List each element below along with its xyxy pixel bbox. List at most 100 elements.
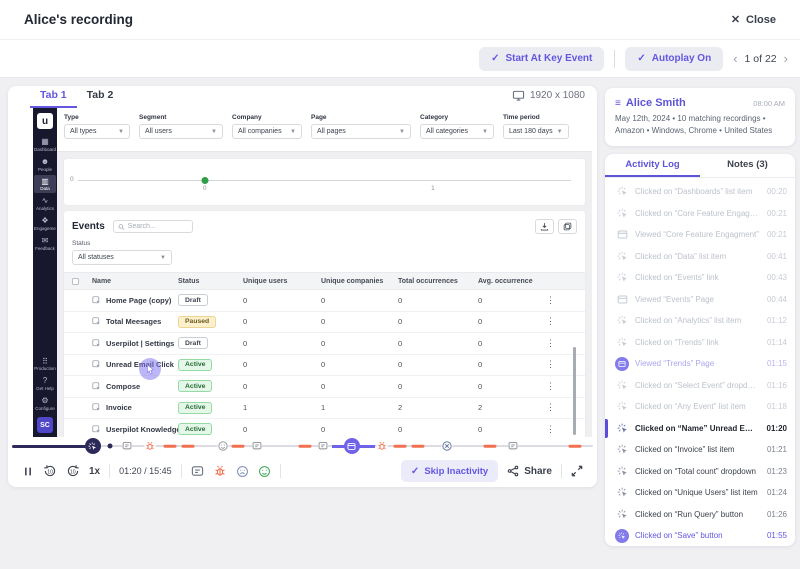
timeline-marker-dot[interactable] — [107, 443, 113, 449]
timeline-marker-dash[interactable] — [411, 444, 425, 448]
timeline-marker-note[interactable] — [122, 441, 133, 451]
activity-log-item[interactable]: Clicked on “Invoice” list item 01:21 — [605, 439, 795, 461]
timeline-marker-note[interactable] — [252, 441, 263, 451]
activity-log-item[interactable]: Viewed “Core Feature Engagment” 00:21 — [605, 224, 795, 246]
column-unique-users[interactable]: Unique users — [243, 278, 321, 285]
player-timeline[interactable] — [12, 437, 593, 455]
timeline-marker-dash[interactable] — [483, 444, 497, 448]
activity-log-item[interactable]: Clicked on “Events” link 00:43 — [605, 267, 795, 289]
sidebar-item[interactable]: ? Get Help — [34, 374, 56, 393]
chart-data-point[interactable] — [201, 177, 209, 184]
fullscreen-button[interactable] — [571, 465, 583, 477]
sidebar-item[interactable]: ▦ Dashboards — [34, 135, 56, 154]
browser-tab[interactable]: Tab 2 — [77, 89, 124, 108]
activity-log-item[interactable]: Clicked on “Save” button 01:55 — [605, 525, 795, 546]
column-avg-occurrence[interactable]: Avg. occurrence — [478, 278, 542, 285]
filter-dropdown[interactable]: All companies ▼ — [232, 124, 302, 139]
activity-log-item[interactable]: Clicked on “Analytics” list item 01:12 — [605, 310, 795, 332]
sidebar-item[interactable]: ∿ Analytics — [34, 194, 56, 213]
filter-dropdown[interactable]: Last 180 days ▼ — [503, 124, 569, 139]
table-row[interactable]: Total Meesages Paused 0 0 0 0 ⋮ — [64, 312, 585, 333]
status-dropdown[interactable]: All statuses ▼ — [72, 250, 172, 265]
timeline-marker-note[interactable] — [507, 441, 518, 451]
filter-dropdown[interactable]: All categories ▼ — [420, 124, 494, 139]
copy-button[interactable] — [558, 219, 577, 234]
filter-dropdown[interactable]: All types ▼ — [64, 124, 130, 139]
download-button[interactable] — [535, 219, 554, 234]
events-search[interactable] — [112, 220, 193, 233]
activity-log-item[interactable]: Clicked on “Core Feature Engagem... 00:2… — [605, 203, 795, 225]
sidebar-item[interactable]: ⚙ Configure — [34, 394, 56, 413]
timeline-marker-selected[interactable] — [343, 438, 360, 454]
timeline-marker-dash[interactable] — [231, 444, 245, 448]
timeline-marker-current[interactable] — [84, 438, 101, 454]
timeline-marker-dash[interactable] — [163, 444, 177, 448]
column-total-occurrences[interactable]: Total occurrences — [398, 278, 478, 285]
activity-log-item[interactable]: Clicked on “Run Query” button 01:26 — [605, 504, 795, 526]
row-menu-button[interactable]: ⋮ — [546, 402, 585, 413]
column-unique-companies[interactable]: Unique companies — [321, 278, 398, 285]
table-row[interactable]: Invoice Active 1 1 2 2 ⋮ — [64, 398, 585, 419]
filter-dropdown[interactable]: All users ▼ — [139, 124, 223, 139]
skip-inactivity-toggle[interactable]: ✓ Skip Inactivity — [400, 460, 499, 482]
add-note-button[interactable] — [191, 465, 204, 478]
sidebar-item[interactable]: ☻ People — [34, 155, 56, 174]
timeline-marker-dash[interactable] — [393, 444, 407, 448]
close-button[interactable]: ✕ Close — [731, 13, 776, 27]
tab-activity-log[interactable]: Activity Log — [605, 154, 700, 177]
row-menu-button[interactable]: ⋮ — [546, 338, 585, 349]
activity-log-item[interactable]: Clicked on “Trends” link 01:14 — [605, 332, 795, 354]
select-all-checkbox[interactable] — [72, 277, 79, 285]
activity-log-item[interactable]: Viewed “Events” Page 00:44 — [605, 289, 795, 311]
timeline-marker-bug[interactable] — [144, 440, 156, 452]
table-row[interactable]: Compose Active 0 0 0 0 ⋮ — [64, 376, 585, 398]
app-scrollbar[interactable] — [573, 347, 576, 435]
autoplay-button[interactable]: ✓ Autoplay On — [625, 46, 724, 71]
search-input[interactable] — [127, 223, 188, 230]
bug-marker-button[interactable] — [213, 464, 227, 478]
table-row[interactable]: Home Page (copy) Draft 0 0 0 0 ⋮ — [64, 290, 585, 312]
userpilot-logo[interactable]: u — [37, 113, 53, 129]
table-row[interactable]: Userpilot | Settings Draft 0 0 0 0 ⋮ — [64, 333, 585, 355]
visitor-card[interactable]: ≡ Alice Smith 08:00 AM May 12th, 2024 • … — [605, 88, 795, 146]
activity-log-item[interactable]: Viewed “Trends” Page 01:15 — [605, 353, 795, 375]
row-menu-button[interactable]: ⋮ — [546, 381, 585, 392]
column-name[interactable]: Name — [92, 278, 178, 285]
timeline-marker-smiley[interactable] — [217, 440, 229, 452]
row-menu-button[interactable]: ⋮ — [546, 316, 585, 327]
sidebar-item[interactable]: ▥ Data — [34, 174, 56, 194]
timeline-marker-dash[interactable] — [568, 444, 582, 448]
share-button[interactable]: Share — [507, 465, 552, 477]
forward-10-button[interactable]: 10 — [66, 464, 80, 478]
row-menu-button[interactable]: ⋮ — [546, 295, 585, 306]
timeline-marker-note[interactable] — [317, 441, 328, 451]
sidebar-item[interactable]: ❖ Engagement — [34, 214, 56, 233]
activity-log-item[interactable]: Clicked on “Select Event” dropdown 01:16 — [605, 375, 795, 397]
visitor-name[interactable]: Alice Smith — [626, 97, 748, 109]
frustration-marker-button[interactable] — [236, 465, 249, 478]
row-menu-button[interactable]: ⋮ — [546, 359, 585, 370]
table-row[interactable]: Userpilot Knowledge ... Active 0 0 0 0 ⋮ — [64, 419, 585, 437]
chevron-left-icon[interactable]: ‹ — [733, 52, 737, 65]
pause-button[interactable] — [22, 465, 34, 478]
activity-log-item[interactable]: Clicked on “Dashboards” list item 00:20 — [605, 181, 795, 203]
playback-speed-button[interactable]: 1x — [89, 466, 100, 477]
timeline-marker-sad[interactable] — [441, 440, 453, 452]
timeline-marker-bug[interactable] — [376, 440, 388, 452]
sidebar-item[interactable]: ⠿ Production — [34, 355, 56, 374]
activity-log-item[interactable]: Clicked on “Data” list item 00:41 — [605, 246, 795, 268]
filter-dropdown[interactable]: All pages ▼ — [311, 124, 411, 139]
browser-tab[interactable]: Tab 1 — [30, 89, 77, 108]
row-menu-button[interactable]: ⋮ — [546, 424, 585, 435]
tab-notes[interactable]: Notes (3) — [700, 154, 795, 177]
activity-log-item[interactable]: Clicked on “Unique Users” list item 01:2… — [605, 482, 795, 504]
start-at-key-event-button[interactable]: ✓ Start At Key Event — [479, 46, 605, 71]
sidebar-item[interactable]: ✉ Feedback — [34, 234, 56, 253]
happy-marker-button[interactable] — [258, 465, 271, 478]
activity-log-item[interactable]: Clicked on “Name” Unread Email C... 01:2… — [605, 418, 795, 440]
chevron-right-icon[interactable]: › — [784, 52, 788, 65]
user-avatar[interactable]: SC — [37, 417, 53, 433]
column-status[interactable]: Status — [178, 278, 243, 285]
activity-log-item[interactable]: Clicked on “Total count” dropdown 01:23 — [605, 461, 795, 483]
rewind-10-button[interactable]: 10 — [43, 464, 57, 478]
